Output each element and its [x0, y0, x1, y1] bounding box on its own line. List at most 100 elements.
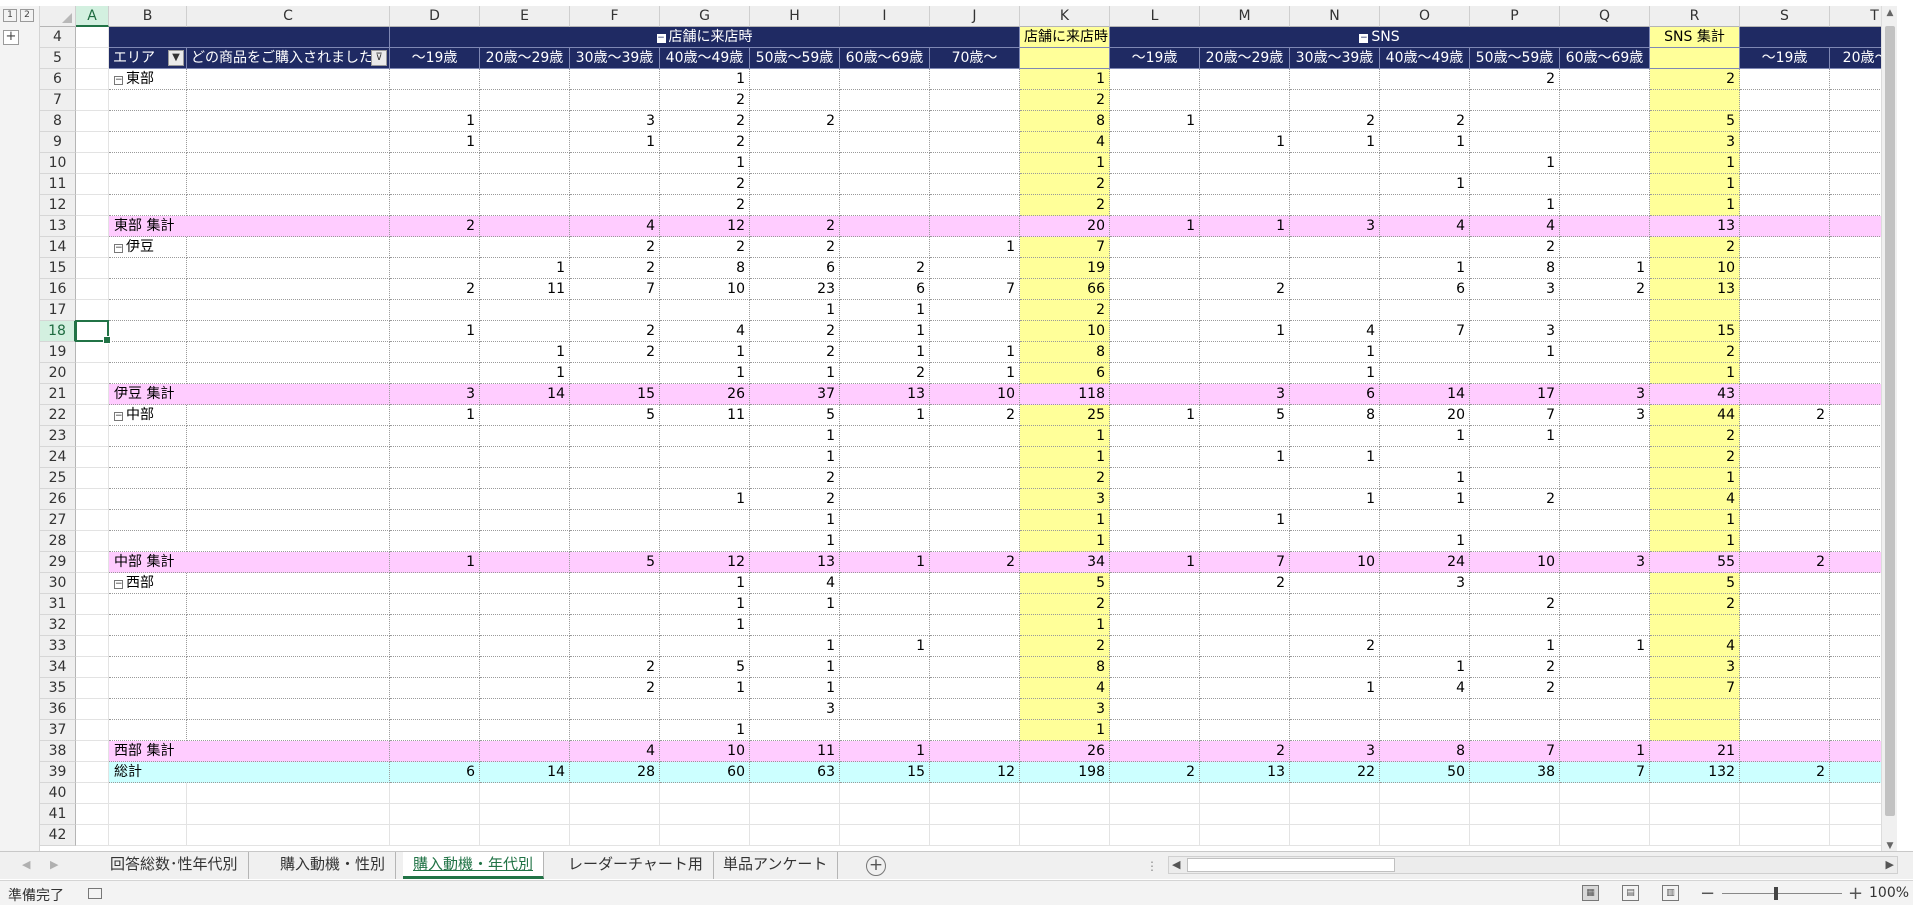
store-total-cell[interactable]: 2: [1020, 468, 1110, 489]
store-total-cell[interactable]: 118: [1020, 384, 1110, 405]
store-count-cell[interactable]: 1: [840, 552, 930, 573]
select-all-corner[interactable]: [40, 6, 76, 27]
store-count-cell[interactable]: [930, 678, 1020, 699]
sns-count-cell[interactable]: [1110, 657, 1200, 678]
sns-count-cell[interactable]: [1290, 615, 1380, 636]
sns-count-cell[interactable]: 3: [1560, 384, 1650, 405]
product-cell[interactable]: [187, 321, 390, 342]
sns-count-cell[interactable]: [1560, 153, 1650, 174]
sns-count-cell[interactable]: [1560, 237, 1650, 258]
store-count-cell[interactable]: 5: [570, 405, 660, 426]
sns-count-cell[interactable]: [1200, 111, 1290, 132]
sns-count-cell[interactable]: 1: [1110, 552, 1200, 573]
normal-view-icon[interactable]: ▦: [1582, 885, 1599, 901]
sns-total-cell[interactable]: 10: [1650, 258, 1740, 279]
next-count-cell[interactable]: [1740, 426, 1830, 447]
sns-count-cell[interactable]: 17: [1470, 384, 1560, 405]
store-count-cell[interactable]: 4: [660, 321, 750, 342]
product-cell[interactable]: [187, 258, 390, 279]
store-count-cell[interactable]: [840, 90, 930, 111]
store-count-cell[interactable]: 1: [750, 426, 840, 447]
area-cell[interactable]: [109, 195, 187, 216]
store-count-cell[interactable]: [480, 405, 570, 426]
store-count-cell[interactable]: [930, 90, 1020, 111]
sns-count-cell[interactable]: [1380, 615, 1470, 636]
sns-count-cell[interactable]: [1560, 321, 1650, 342]
store-count-cell[interactable]: [750, 720, 840, 741]
sns-count-cell[interactable]: [1110, 489, 1200, 510]
grand-total-label[interactable]: 総計: [109, 762, 390, 783]
store-count-cell[interactable]: [480, 615, 570, 636]
store-count-cell[interactable]: 1: [660, 678, 750, 699]
product-cell[interactable]: [187, 132, 390, 153]
store-count-cell[interactable]: 15: [840, 762, 930, 783]
empty-cell[interactable]: [1200, 804, 1290, 825]
store-count-cell[interactable]: 3: [390, 384, 480, 405]
sns-count-cell[interactable]: 1: [1110, 216, 1200, 237]
store-total-cell[interactable]: 4: [1020, 132, 1110, 153]
store-total-cell[interactable]: 8: [1020, 657, 1110, 678]
cell-a23[interactable]: [76, 426, 109, 447]
sns-count-cell[interactable]: 2: [1470, 594, 1560, 615]
sns-count-cell[interactable]: [1290, 720, 1380, 741]
store-count-cell[interactable]: 1: [390, 405, 480, 426]
sns-total-cell[interactable]: 15: [1650, 321, 1740, 342]
sns-count-cell[interactable]: 1: [1290, 132, 1380, 153]
empty-cell[interactable]: [750, 804, 840, 825]
sns-count-cell[interactable]: [1380, 720, 1470, 741]
sns-total-cell[interactable]: 4: [1650, 489, 1740, 510]
sns-count-cell[interactable]: [1560, 195, 1650, 216]
sns-count-cell[interactable]: 2: [1470, 69, 1560, 90]
store-count-cell[interactable]: [930, 447, 1020, 468]
next-count-cell[interactable]: [1740, 237, 1830, 258]
sns-count-cell[interactable]: 1: [1560, 636, 1650, 657]
cell-a14[interactable]: [76, 237, 109, 258]
sns-total-cell[interactable]: 2: [1650, 342, 1740, 363]
sns-count-cell[interactable]: 3: [1380, 573, 1470, 594]
store-count-cell[interactable]: 1: [660, 342, 750, 363]
sns-count-cell[interactable]: 2: [1380, 111, 1470, 132]
outline-level-2-button[interactable]: 2: [20, 9, 34, 22]
row-header-14[interactable]: 14: [40, 237, 76, 258]
spreadsheet-grid[interactable]: 1 2 + ABCDEFGHIJKLMNOPQRST 4 5 6 7 8 9 10 11 12 1…: [0, 6, 1897, 851]
sns-count-cell[interactable]: [1470, 90, 1560, 111]
store-count-cell[interactable]: [390, 447, 480, 468]
store-count-cell[interactable]: 60: [660, 762, 750, 783]
area-cell[interactable]: [109, 258, 187, 279]
store-total-cell[interactable]: 3: [1020, 489, 1110, 510]
sns-count-cell[interactable]: [1470, 699, 1560, 720]
sns-count-cell[interactable]: [1560, 90, 1650, 111]
area-cell[interactable]: [109, 111, 187, 132]
store-count-cell[interactable]: [930, 69, 1020, 90]
area-field-header[interactable]: エリア ▼: [109, 48, 187, 69]
store-count-cell[interactable]: 2: [660, 111, 750, 132]
store-count-cell[interactable]: 1: [930, 342, 1020, 363]
row-header-24[interactable]: 24: [40, 447, 76, 468]
next-group-header[interactable]: [1740, 27, 1897, 48]
store-count-cell[interactable]: [570, 510, 660, 531]
sns-total-cell[interactable]: 4: [1650, 636, 1740, 657]
store-count-cell[interactable]: [480, 195, 570, 216]
empty-cell[interactable]: [1200, 783, 1290, 804]
store-count-cell[interactable]: 4: [570, 216, 660, 237]
scroll-down-icon[interactable]: ▼: [1884, 841, 1896, 851]
sns-count-cell[interactable]: [1200, 636, 1290, 657]
store-age-header[interactable]: 50歳～59歳: [750, 48, 840, 69]
sns-count-cell[interactable]: [1470, 300, 1560, 321]
area-cell[interactable]: [109, 657, 187, 678]
scroll-up-icon[interactable]: ▲: [1884, 8, 1896, 22]
outline-expand-button[interactable]: +: [3, 30, 19, 45]
next-count-cell[interactable]: [1740, 342, 1830, 363]
empty-cell[interactable]: [1380, 783, 1470, 804]
empty-cell[interactable]: [930, 804, 1020, 825]
store-count-cell[interactable]: [390, 594, 480, 615]
sns-count-cell[interactable]: [1470, 615, 1560, 636]
store-count-cell[interactable]: [480, 594, 570, 615]
row-header-35[interactable]: 35: [40, 678, 76, 699]
store-count-cell[interactable]: [570, 531, 660, 552]
store-total-cell[interactable]: 2: [1020, 636, 1110, 657]
sns-count-cell[interactable]: [1110, 678, 1200, 699]
row-header-22[interactable]: 22: [40, 405, 76, 426]
store-count-cell[interactable]: [390, 699, 480, 720]
store-count-cell[interactable]: 2: [840, 258, 930, 279]
